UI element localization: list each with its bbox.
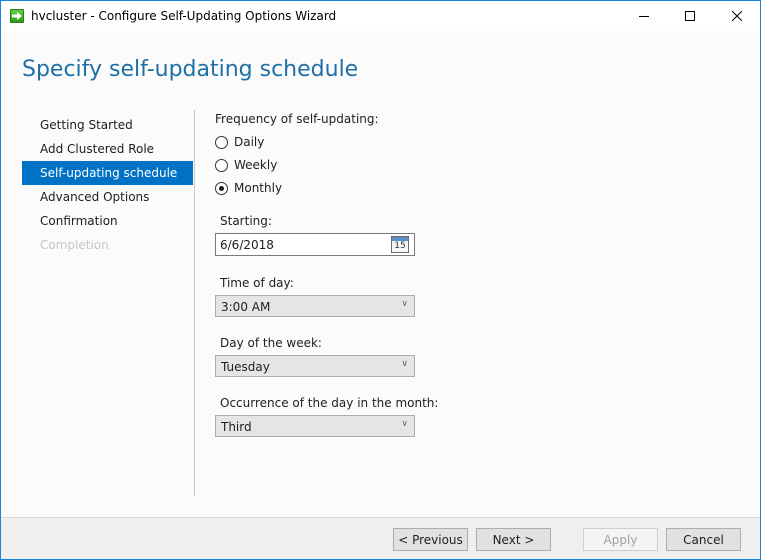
time-of-day-label: Time of day: bbox=[220, 276, 294, 290]
next-button[interactable]: Next > bbox=[476, 528, 551, 551]
cancel-button[interactable]: Cancel bbox=[666, 528, 741, 551]
radio-circle[interactable] bbox=[215, 158, 228, 172]
wizard-window: hvcluster - Configure Self-Updating Opti… bbox=[0, 0, 761, 560]
nav-item-advanced-options[interactable]: Advanced Options bbox=[22, 185, 193, 209]
page-title: Specify self-updating schedule bbox=[22, 57, 359, 82]
chevron-down-icon: ∨ bbox=[401, 419, 408, 429]
radio-monthly-label: Monthly bbox=[234, 181, 283, 195]
nav-item-getting-started[interactable]: Getting Started bbox=[22, 113, 193, 137]
day-of-week-value: Tuesday bbox=[221, 360, 270, 374]
starting-date-picker[interactable]: 6/6/2018 15 bbox=[215, 233, 415, 256]
maximize-button[interactable] bbox=[667, 1, 713, 31]
green-arrow-icon bbox=[10, 9, 24, 23]
minimize-icon bbox=[639, 16, 649, 17]
radio-weekly[interactable]: Weekly bbox=[215, 158, 277, 172]
previous-button[interactable]: < Previous bbox=[393, 528, 468, 551]
radio-daily-label: Daily bbox=[234, 135, 265, 149]
apply-button: Apply bbox=[583, 528, 658, 551]
title-bar[interactable]: hvcluster - Configure Self-Updating Opti… bbox=[1, 1, 760, 31]
wizard-step-nav: Getting Started Add Clustered Role Self-… bbox=[22, 113, 193, 257]
radio-selected-dot bbox=[219, 185, 224, 191]
window-title: hvcluster - Configure Self-Updating Opti… bbox=[31, 9, 337, 23]
day-of-week-label: Day of the week: bbox=[220, 336, 322, 350]
day-of-week-select[interactable]: Tuesday ∨ bbox=[215, 355, 415, 377]
frequency-label: Frequency of self-updating: bbox=[215, 112, 379, 126]
radio-monthly[interactable]: Monthly bbox=[215, 181, 282, 195]
occurrence-select[interactable]: Third ∨ bbox=[215, 415, 415, 437]
radio-circle[interactable] bbox=[215, 181, 228, 195]
occurrence-value: Third bbox=[221, 420, 252, 434]
radio-daily[interactable]: Daily bbox=[215, 135, 264, 149]
close-icon bbox=[732, 11, 742, 21]
nav-item-self-updating-schedule[interactable]: Self-updating schedule bbox=[22, 161, 193, 185]
time-of-day-select[interactable]: 3:00 AM ∨ bbox=[215, 295, 415, 317]
nav-item-add-clustered-role[interactable]: Add Clustered Role bbox=[22, 137, 193, 161]
radio-weekly-label: Weekly bbox=[234, 158, 278, 172]
chevron-down-icon: ∨ bbox=[401, 359, 408, 369]
starting-date-value[interactable]: 6/6/2018 bbox=[220, 238, 274, 252]
starting-label: Starting: bbox=[220, 214, 272, 228]
occurrence-label: Occurrence of the day in the month: bbox=[220, 396, 439, 410]
radio-circle[interactable] bbox=[215, 135, 228, 149]
wizard-footer: < Previous Next > Apply Cancel bbox=[1, 517, 760, 559]
nav-divider bbox=[194, 110, 195, 496]
minimize-button[interactable] bbox=[621, 1, 667, 31]
maximize-icon bbox=[685, 11, 695, 21]
close-button[interactable] bbox=[714, 1, 760, 31]
nav-item-confirmation[interactable]: Confirmation bbox=[22, 209, 193, 233]
calendar-icon[interactable]: 15 bbox=[391, 236, 409, 253]
time-of-day-value: 3:00 AM bbox=[221, 300, 271, 314]
chevron-down-icon: ∨ bbox=[401, 299, 408, 309]
nav-item-completion: Completion bbox=[40, 238, 109, 252]
